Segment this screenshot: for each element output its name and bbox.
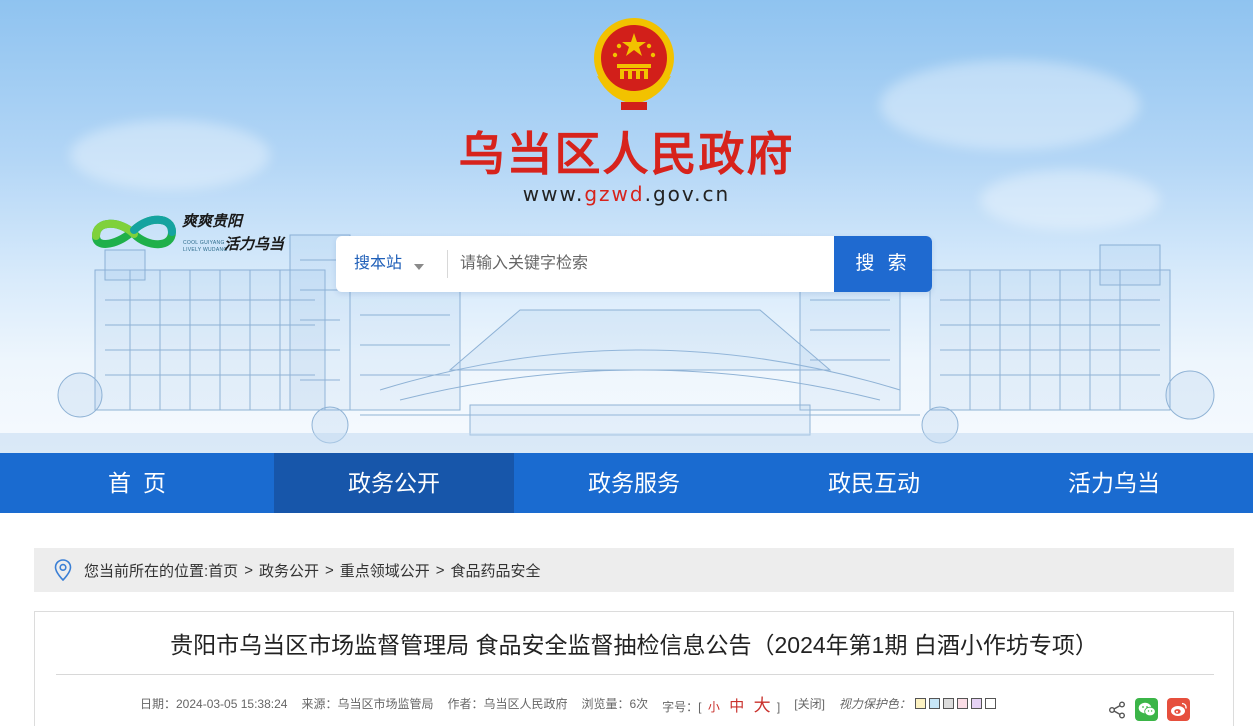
eye-color-swatch[interactable] (928, 698, 940, 709)
font-size-control: 字号：[ 小 中 大 ] (662, 691, 780, 716)
breadcrumb-prefix: 您当前所在的位置: (84, 562, 209, 580)
font-size-small[interactable]: 小 (708, 700, 720, 714)
share-toolbar (1108, 698, 1199, 721)
breadcrumb-item-home[interactable]: 首页 (208, 560, 238, 581)
search-button[interactable]: 搜 索 (834, 236, 932, 292)
wechat-icon[interactable] (1135, 698, 1158, 721)
eye-color-swatch[interactable] (970, 698, 982, 709)
national-emblem-icon (594, 18, 674, 110)
article-author: 作者：乌当区人民政府 (447, 697, 568, 711)
nav-item-government-affairs[interactable]: 政务公开 (274, 453, 514, 513)
font-size-medium[interactable]: 中 (729, 698, 744, 715)
breadcrumb-separator: > (244, 561, 253, 579)
chevron-down-icon (414, 264, 424, 270)
font-size-label: 字号：[ (662, 700, 702, 714)
main-nav: 首页 政务公开 政务服务 政民互动 活力乌当 (0, 453, 1253, 513)
location-pin-icon (54, 559, 72, 581)
slogan-cn-line1: 爽爽贵阳 (182, 212, 243, 230)
slogan-en-line1: COOL GUIYANG (183, 240, 225, 246)
breadcrumb: 您当前所在的位置: 首页 > 政务公开 > 重点领域公开 > 食品药品安全 (34, 548, 1234, 592)
eye-protection-label: 视力保护色： (838, 697, 911, 711)
article-views: 浏览量：6次 (581, 697, 649, 711)
weibo-glyph (1170, 702, 1187, 716)
search-bar: 搜本站 搜 索 (336, 236, 932, 292)
slogan-en-line2: LIVELY WUDANG (183, 247, 228, 253)
font-size-close-bracket: ] (776, 700, 781, 714)
close-button[interactable]: [关闭] (794, 695, 825, 712)
nav-item-home[interactable]: 首页 (0, 453, 274, 513)
eye-color-swatch[interactable] (984, 698, 996, 709)
site-title: 乌当区人民政府 (458, 127, 795, 181)
eye-color-swatch[interactable] (914, 698, 926, 709)
eye-color-swatch[interactable] (956, 698, 968, 709)
search-input[interactable] (460, 248, 820, 280)
title-divider (56, 674, 1214, 675)
article-panel: 贵阳市乌当区市场监督管理局 食品安全监督抽检信息公告（2024年第1期 白酒小作… (34, 611, 1234, 726)
weibo-icon[interactable] (1167, 698, 1190, 721)
search-scope-dropdown[interactable]: 搜本站 (336, 236, 446, 292)
header-banner: 乌当区人民政府 www.gzwd.gov.cn 爽爽贵阳 COOL GUIYAN… (0, 0, 1253, 453)
article-source: 来源：乌当区市场监管局 (301, 697, 434, 711)
nav-item-public-interaction[interactable]: 政民互动 (754, 453, 994, 513)
breadcrumb-separator: > (435, 561, 445, 579)
infinity-logo-icon (91, 215, 177, 249)
breadcrumb-item-food-drug-safety[interactable]: 食品药品安全 (451, 560, 541, 581)
url-highlight: gzwd (584, 182, 645, 206)
nav-item-government-services[interactable]: 政务服务 (514, 453, 754, 513)
wechat-glyph (1138, 702, 1156, 717)
font-size-large[interactable]: 大 (754, 696, 771, 715)
article-date: 日期：2024-03-05 15:38:24 (140, 697, 288, 711)
breadcrumb-item-key-areas[interactable]: 重点领域公开 (340, 560, 430, 581)
share-icon[interactable] (1108, 701, 1126, 719)
breadcrumb-item-government-affairs[interactable]: 政务公开 (259, 560, 319, 581)
site-url[interactable]: www.gzwd.gov.cn (0, 182, 1253, 206)
breadcrumb-separator: > (324, 561, 334, 579)
nav-item-lively-wudang[interactable]: 活力乌当 (994, 453, 1234, 513)
article-title: 贵阳市乌当区市场监督管理局 食品安全监督抽检信息公告（2024年第1期 白酒小作… (170, 632, 1098, 658)
eye-color-swatch[interactable] (942, 698, 954, 709)
url-suffix: .gov.cn (644, 182, 731, 206)
search-divider (447, 250, 448, 278)
url-prefix: www. (522, 182, 585, 206)
slogan-logo: 爽爽贵阳 COOL GUIYANG LIVELY WUDANG 活力乌当 (86, 206, 296, 262)
article-meta: 日期：2024-03-05 15:38:24 来源：乌当区市场监管局 作者：乌当… (140, 691, 999, 716)
slogan-cn-line2: 活力乌当 (224, 235, 285, 253)
search-scope-label: 搜本站 (354, 255, 403, 272)
